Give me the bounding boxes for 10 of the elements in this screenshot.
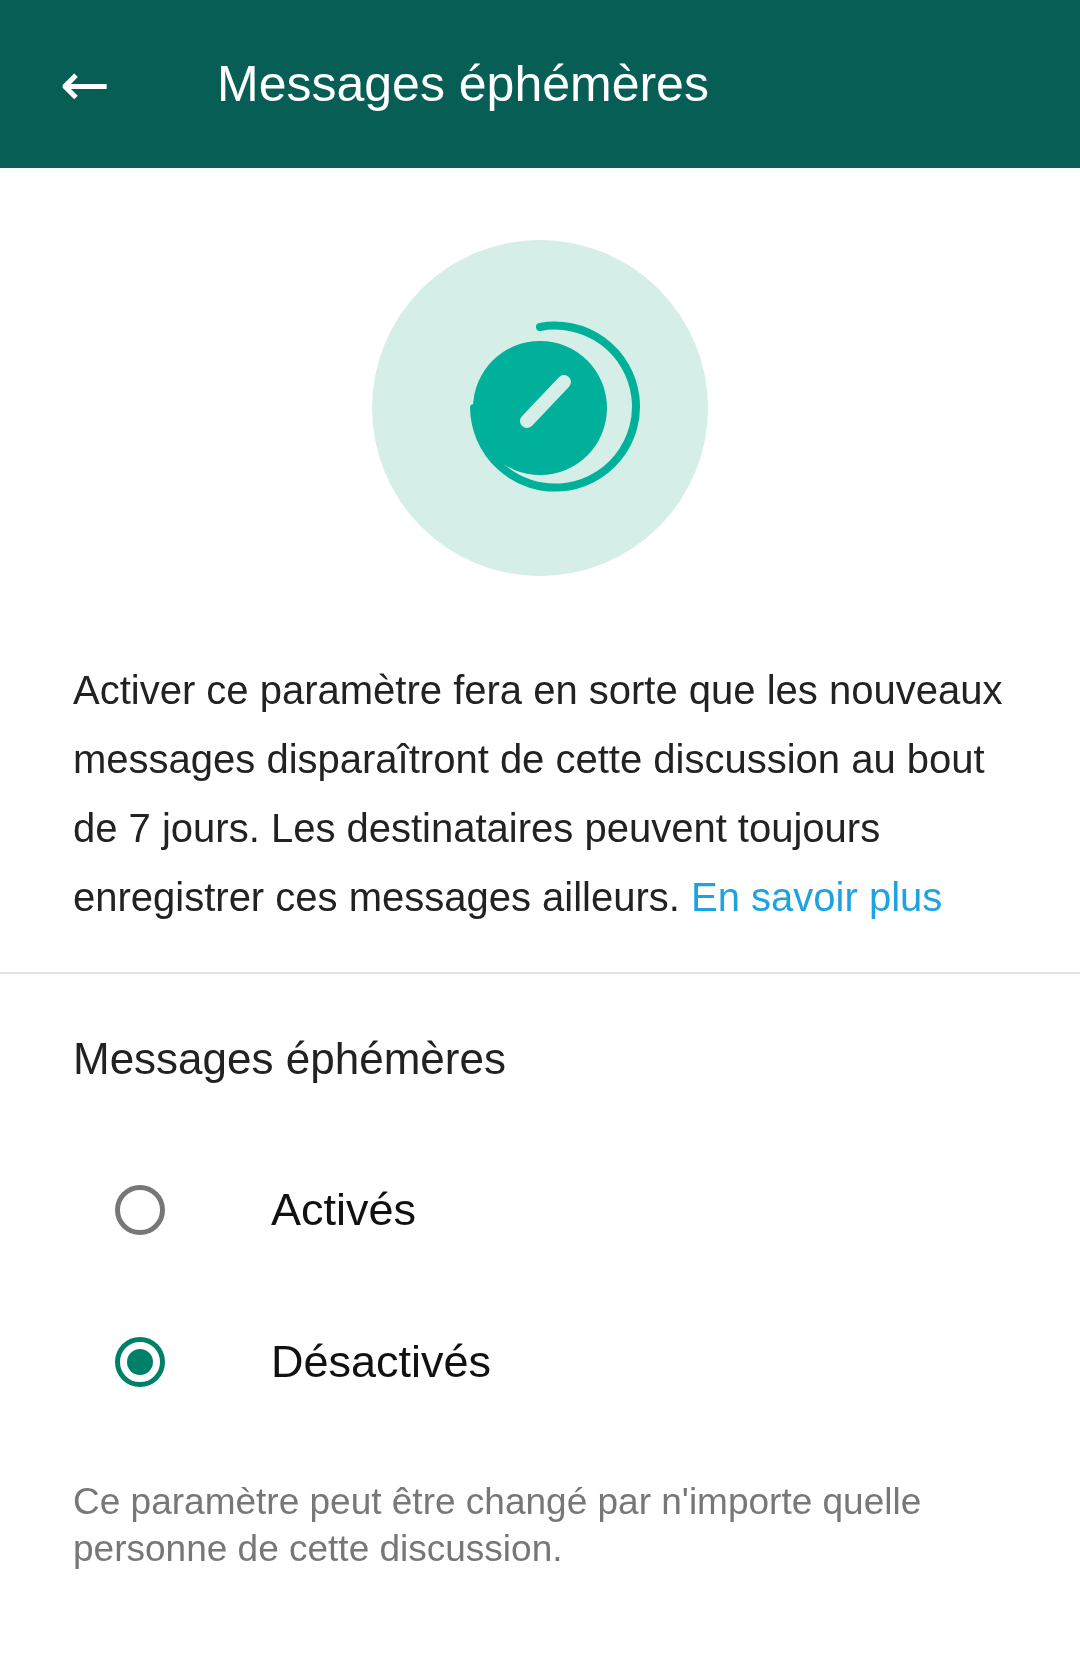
section-title: Messages éphémères: [73, 1034, 507, 1084]
radio-button[interactable]: [115, 1185, 165, 1235]
timer-icon: [372, 240, 708, 576]
option-label: Activés: [271, 1184, 417, 1236]
back-button[interactable]: ←: [50, 54, 120, 114]
option-label: Désactivés: [271, 1336, 492, 1388]
screen-title: Messages éphémères: [217, 55, 709, 113]
description-text: Activer ce paramètre fera en sorte que les nouveaux messages disparaîtront de cette discussion au bout de 7 jours. Les destinataires peuvent toujours enregistrer ces messages ailleurs. En savoir plus: [73, 667, 1004, 921]
radio-button[interactable]: [115, 1337, 165, 1387]
footer-note: Ce paramètre peut être changé par n'importe quelle personne de cette discussion.: [73, 1480, 923, 1571]
